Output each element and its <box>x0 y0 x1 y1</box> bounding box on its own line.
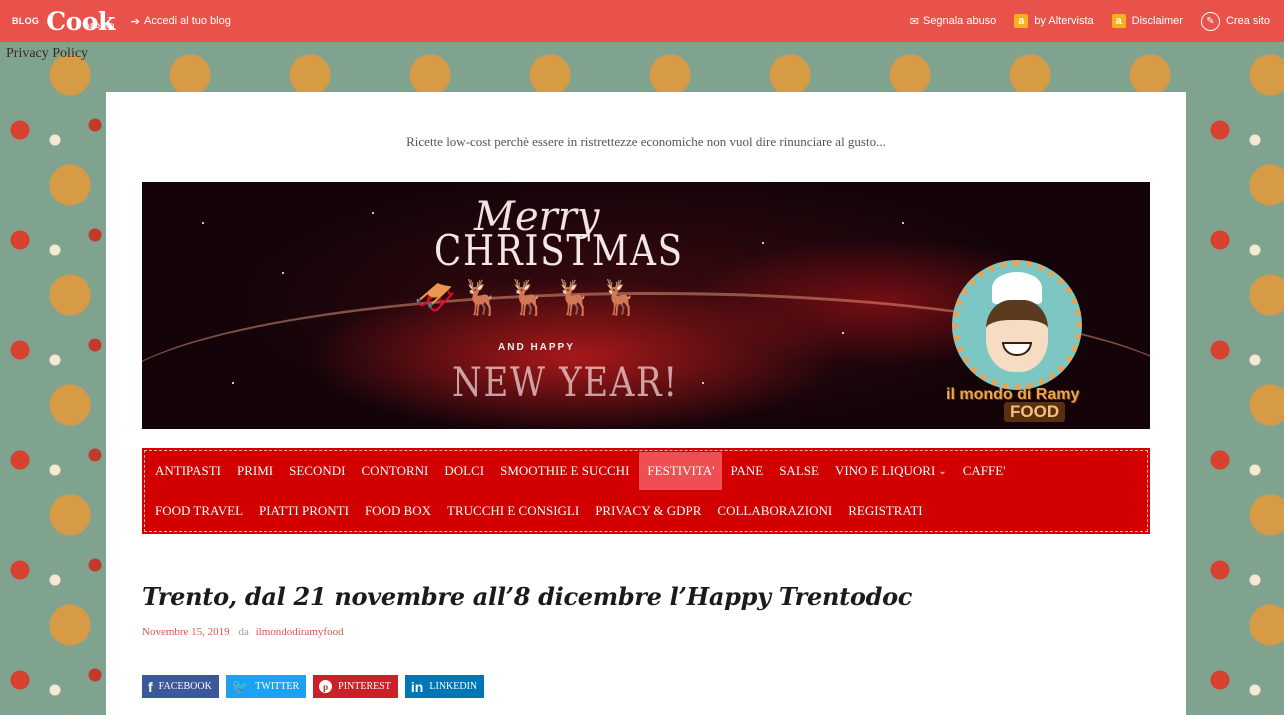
twitter-icon: 🐦 <box>231 678 250 694</box>
logo-cook-text: Cook AROUND <box>46 9 115 34</box>
mascot-face <box>986 300 1048 372</box>
header-banner[interactable]: Merry CHRISTMAS 🛷🦌🦌🦌🦌 AND HAPPY NEW YEAR… <box>142 182 1150 429</box>
share-buttons: f FACEBOOK 🐦 TWITTER p PINTEREST in LINK… <box>142 675 491 698</box>
nav-item-food-travel[interactable]: FOOD TRAVEL <box>155 492 251 530</box>
share-facebook-label: FACEBOOK <box>158 681 212 692</box>
nav-item-dolci[interactable]: DOLCI <box>436 452 492 490</box>
disclaimer-label: Disclaimer <box>1131 15 1183 27</box>
nav-item-antipasti[interactable]: ANTIPASTI <box>155 452 229 490</box>
share-linkedin-button[interactable]: in LINKEDIN <box>404 675 485 698</box>
share-pinterest-button[interactable]: p PINTEREST <box>313 675 398 698</box>
logo-blog-text: BLOG <box>12 16 40 26</box>
login-link-label: Accedi al tuo blog <box>144 15 231 27</box>
main-content: Ricette low-cost perchè essere in ristre… <box>106 92 1186 715</box>
nav-item-contorni[interactable]: CONTORNI <box>353 452 436 490</box>
nav-item-privacy-gdpr[interactable]: PRIVACY & GDPR <box>587 492 709 530</box>
post-by-label: da <box>238 626 249 638</box>
share-linkedin-label: LINKEDIN <box>429 681 478 692</box>
nav-item-caffe[interactable]: CAFFE' <box>955 452 1014 490</box>
nav-item-registrati[interactable]: REGISTRATI <box>840 492 930 530</box>
report-abuse-label: Segnala abuso <box>922 15 997 27</box>
banner-christmas: CHRISTMAS <box>434 226 684 275</box>
star <box>762 242 764 244</box>
facebook-icon: f <box>148 678 153 695</box>
star <box>902 222 904 224</box>
banner-and-happy: AND HAPPY <box>498 342 575 353</box>
share-pinterest-label: PINTEREST <box>338 681 391 692</box>
post-date[interactable]: Novembre 15, 2019 <box>142 626 230 638</box>
nav-item-festivita[interactable]: FESTIVITA' <box>639 452 723 490</box>
chevron-down-icon: ⌄ <box>938 465 947 477</box>
share-facebook-button[interactable]: f FACEBOOK <box>142 675 219 698</box>
share-twitter-button[interactable]: 🐦 TWITTER <box>225 675 307 698</box>
site-tagline: Ricette low-cost perchè essere in ristre… <box>406 134 886 149</box>
nav-item-food-box[interactable]: FOOD BOX <box>357 492 439 530</box>
top-bar-right: ✉ Segnala abuso a by Altervista a Discla… <box>892 0 1270 42</box>
post-author[interactable]: ilmondodiramyfood <box>256 626 344 638</box>
cookaround-logo[interactable]: BLOG Cook AROUND <box>12 9 115 34</box>
post-meta: Novembre 15, 2019 da ilmondodiramyfood <box>142 626 344 638</box>
star <box>202 222 204 224</box>
altervista-link[interactable]: a by Altervista <box>1014 14 1094 28</box>
disclaimer-link[interactable]: a Disclaimer <box>1111 14 1183 28</box>
altervista-label: by Altervista <box>1034 15 1094 27</box>
main-navigation: ANTIPASTI PRIMI SECONDI CONTORNI DOLCI S… <box>142 448 1150 534</box>
star <box>842 332 844 334</box>
nav-item-primi[interactable]: PRIMI <box>229 452 281 490</box>
top-bar-left: BLOG Cook AROUND ➔ Accedi al tuo blog <box>12 0 231 42</box>
nav-row-2: FOOD TRAVEL PIATTI PRONTI FOOD BOX TRUCC… <box>155 491 1147 531</box>
nav-inner: ANTIPASTI PRIMI SECONDI CONTORNI DOLCI S… <box>144 450 1148 532</box>
star <box>372 212 374 214</box>
nav-item-trucchi[interactable]: TRUCCHI E CONSIGLI <box>439 492 587 530</box>
pencil-icon: ✎ <box>1200 11 1220 31</box>
reindeer-sleigh-icon: 🛷🦌🦌🦌🦌 <box>414 280 646 317</box>
star <box>702 382 704 384</box>
altervista-icon: a <box>1111 14 1126 28</box>
create-site-link[interactable]: ✎ Crea sito <box>1200 11 1270 31</box>
nav-item-piatti-pronti[interactable]: PIATTI PRONTI <box>251 492 357 530</box>
arrow-right-icon: ➔ <box>130 15 140 28</box>
share-twitter-label: TWITTER <box>255 681 300 692</box>
nav-item-vino-liquori[interactable]: VINO E LIQUORI ⌄ <box>827 452 955 490</box>
pinterest-icon: p <box>319 680 333 693</box>
mascot-logo <box>952 260 1082 390</box>
banner-new-year: NEW YEAR! <box>452 360 679 406</box>
nav-item-pane[interactable]: PANE <box>722 452 771 490</box>
linkedin-icon: in <box>410 678 424 695</box>
nav-item-salse[interactable]: SALSE <box>771 452 827 490</box>
nav-item-smoothie[interactable]: SMOOTHIE E SUCCHI <box>492 452 637 490</box>
nav-row-1: ANTIPASTI PRIMI SECONDI CONTORNI DOLCI S… <box>155 451 1147 491</box>
privacy-policy-link[interactable]: Privacy Policy <box>6 46 88 62</box>
post-title[interactable]: Trento, dal 21 novembre all’8 dicembre l… <box>142 582 1142 611</box>
star <box>232 382 234 384</box>
altervista-icon: a <box>1014 14 1029 28</box>
nav-item-vino-liquori-label: VINO E LIQUORI <box>834 463 936 478</box>
report-abuse-link[interactable]: ✉ Segnala abuso <box>910 15 997 28</box>
create-site-label: Crea sito <box>1225 15 1270 27</box>
nav-item-collaborazioni[interactable]: COLLABORAZIONI <box>709 492 840 530</box>
mascot-food-text: FOOD <box>1004 402 1066 422</box>
envelope-icon: ✉ <box>909 15 919 28</box>
login-link[interactable]: ➔ Accedi al tuo blog <box>131 15 231 28</box>
nav-item-secondi[interactable]: SECONDI <box>281 452 353 490</box>
top-bar: BLOG Cook AROUND ➔ Accedi al tuo blog ✉ … <box>0 0 1284 42</box>
logo-around-text: AROUND <box>85 23 115 30</box>
star <box>282 272 284 274</box>
